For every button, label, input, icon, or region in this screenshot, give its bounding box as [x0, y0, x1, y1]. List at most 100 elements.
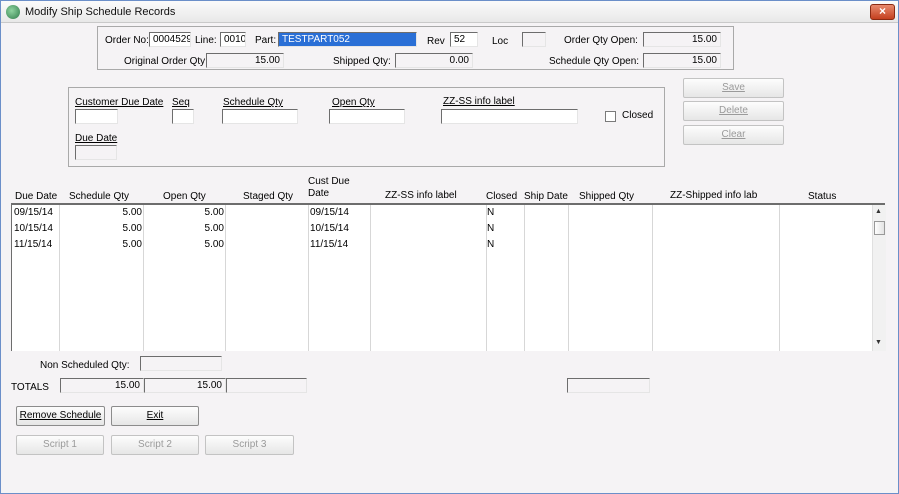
close-button[interactable]: ×: [870, 4, 895, 20]
row-cust-due-date: 09/15/14: [310, 207, 349, 218]
col-staged-qty[interactable]: Staged Qty: [243, 191, 293, 202]
loc-label: Loc: [492, 36, 509, 47]
seq-label: Seq: [172, 97, 190, 108]
row-schedule-qty: 5.00: [122, 239, 142, 250]
row-closed: N: [487, 223, 495, 234]
schedule-qty-open-field: 15.00: [643, 53, 721, 68]
non-scheduled-qty-field: [140, 356, 222, 371]
non-scheduled-qty-label: Non Scheduled Qty:: [40, 360, 130, 371]
row-due-date: 11/15/14: [14, 239, 53, 250]
row-open-qty: 5.00: [204, 207, 224, 218]
total-staged-qty-field: [226, 378, 307, 393]
line-label: Line:: [195, 35, 217, 46]
schedule-qty-field[interactable]: [222, 109, 298, 124]
part-label: Part:: [255, 35, 277, 46]
modify-ship-schedule-window: Modify Ship Schedule Records × Order No:…: [0, 0, 899, 494]
rev-field[interactable]: 52: [450, 32, 478, 47]
clear-button[interactable]: Clear: [683, 125, 784, 145]
col-ship-date[interactable]: Ship Date: [524, 191, 568, 202]
order-qty-open-field: 15.00: [643, 32, 721, 47]
totals-label: TOTALS: [11, 382, 49, 393]
col-cust-due-line2[interactable]: Date: [308, 188, 329, 199]
row-closed: N: [487, 239, 495, 250]
line-field[interactable]: 0010: [220, 32, 246, 47]
closed-label: Closed: [622, 110, 654, 121]
col-zz-shipped-info[interactable]: ZZ-Shipped info lab: [670, 190, 757, 201]
original-order-qty-label: Original Order Qty:: [124, 56, 208, 67]
scroll-up-icon[interactable]: ▲: [875, 208, 882, 215]
close-icon: ×: [878, 4, 886, 18]
save-button-label: Save: [722, 82, 745, 93]
col-divider: [225, 205, 226, 351]
rev-label: Rev: [427, 36, 445, 47]
col-divider: [524, 205, 525, 351]
order-qty-open-label: Order Qty Open:: [564, 35, 638, 46]
schedule-qty-open-label: Schedule Qty Open:: [549, 56, 640, 67]
row-schedule-qty: 5.00: [122, 207, 142, 218]
remove-schedule-label: Remove Schedule: [19, 410, 102, 421]
order-no-label: Order No:: [105, 35, 149, 46]
shipped-qty-label: Shipped Qty:: [333, 56, 391, 67]
script-1-label: Script 1: [43, 439, 77, 450]
script-3-button[interactable]: Script 3: [205, 435, 294, 455]
row-open-qty: 5.00: [204, 223, 224, 234]
col-schedule-qty[interactable]: Schedule Qty: [69, 191, 129, 202]
row-cust-due-date: 10/15/14: [310, 223, 349, 234]
row-schedule-qty: 5.00: [122, 223, 142, 234]
col-due-date[interactable]: Due Date: [15, 191, 57, 202]
window-title: Modify Ship Schedule Records: [25, 6, 176, 18]
col-divider: [143, 205, 144, 351]
save-button[interactable]: Save: [683, 78, 784, 98]
col-divider: [568, 205, 569, 351]
title-bar[interactable]: Modify Ship Schedule Records ×: [1, 1, 898, 23]
open-qty-label: Open Qty: [332, 97, 375, 108]
col-divider: [370, 205, 371, 351]
col-divider: [652, 205, 653, 351]
customer-due-date-field[interactable]: [75, 109, 118, 124]
row-due-date: 10/15/14: [14, 223, 53, 234]
grid-header: Due Date Schedule Qty Open Qty Staged Qt…: [11, 173, 885, 203]
col-shipped-qty[interactable]: Shipped Qty: [579, 191, 634, 202]
clear-button-label: Clear: [721, 129, 746, 140]
col-divider: [59, 205, 60, 351]
col-zz-ss-info[interactable]: ZZ-SS info label: [385, 190, 457, 201]
app-icon: [6, 5, 20, 19]
script-2-button[interactable]: Script 2: [111, 435, 199, 455]
customer-due-date-label: Customer Due Date: [75, 97, 164, 108]
row-cust-due-date: 11/15/14: [310, 239, 349, 250]
part-field[interactable]: TESTPART052: [278, 32, 417, 47]
seq-field[interactable]: [172, 109, 194, 124]
loc-field[interactable]: [522, 32, 546, 47]
due-date-field[interactable]: [75, 145, 117, 160]
col-open-qty[interactable]: Open Qty: [163, 191, 206, 202]
shipped-qty-field: 0.00: [395, 53, 473, 68]
total-open-qty-field: 15.00: [144, 378, 226, 393]
exit-button[interactable]: Exit: [111, 406, 199, 426]
original-order-qty-field: 15.00: [206, 53, 284, 68]
script-1-button[interactable]: Script 1: [16, 435, 104, 455]
open-qty-field[interactable]: [329, 109, 405, 124]
closed-checkbox[interactable]: [605, 111, 616, 122]
col-status[interactable]: Status: [808, 191, 836, 202]
delete-button[interactable]: Delete: [683, 101, 784, 121]
schedule-grid[interactable]: 09/15/14 5.00 5.00 09/15/14 N 10/15/14 5…: [11, 203, 886, 351]
row-open-qty: 5.00: [204, 239, 224, 250]
scroll-down-icon[interactable]: ▼: [875, 339, 882, 346]
due-date-label: Due Date: [75, 133, 118, 144]
exit-button-label: Exit: [146, 410, 164, 421]
zz-ss-info-field[interactable]: [441, 109, 578, 124]
remove-schedule-button[interactable]: Remove Schedule: [16, 406, 105, 426]
total-schedule-qty-field: 15.00: [60, 378, 144, 393]
zz-ss-info-label: ZZ-SS info label: [443, 96, 515, 107]
vertical-scrollbar[interactable]: ▲ ▼: [872, 205, 886, 351]
row-due-date: 09/15/14: [14, 207, 53, 218]
col-cust-due-line1[interactable]: Cust Due: [308, 176, 350, 187]
col-divider: [308, 205, 309, 351]
col-divider: [779, 205, 780, 351]
scroll-thumb[interactable]: [874, 221, 885, 235]
total-shipped-qty-field: [567, 378, 650, 393]
delete-button-label: Delete: [719, 105, 748, 116]
row-closed: N: [487, 207, 495, 218]
order-no-field[interactable]: 0004529: [149, 32, 191, 47]
col-closed[interactable]: Closed: [486, 191, 517, 202]
